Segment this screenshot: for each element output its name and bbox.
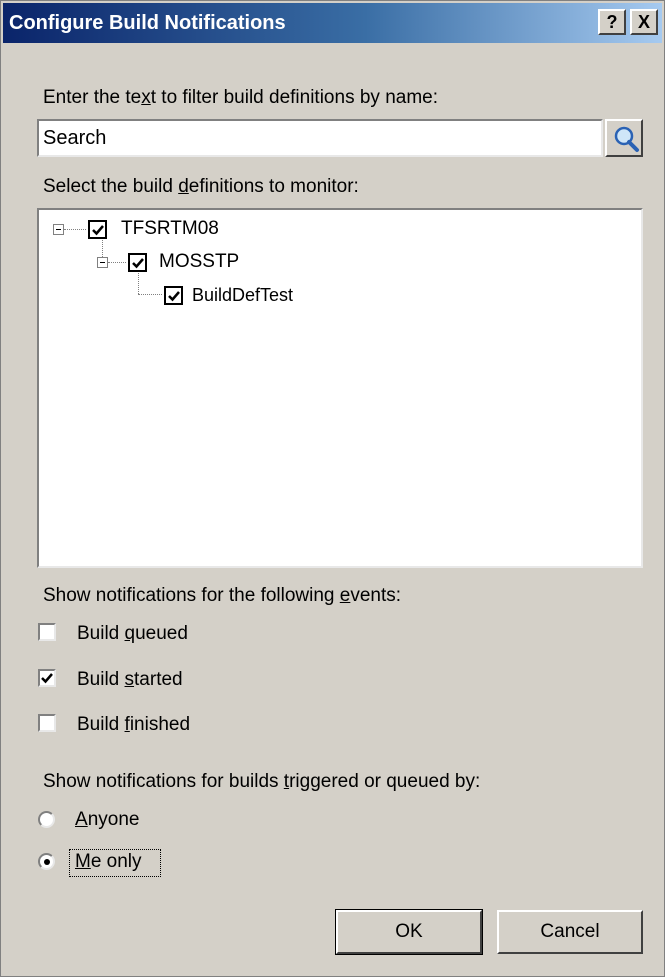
- tree-checkbox-leaf[interactable]: [164, 286, 183, 305]
- tree-connector: [108, 262, 126, 263]
- triggered-by-label: Show notifications for builds triggered …: [43, 771, 480, 793]
- build-queued-mnemonic: q: [124, 623, 136, 644]
- me-only-radio[interactable]: [38, 853, 55, 870]
- tree-item-label-leaf[interactable]: BuildDefTest: [192, 285, 293, 306]
- check-mark-icon: [132, 258, 144, 269]
- definitions-label-mnemonic: d: [178, 176, 189, 197]
- close-button[interactable]: X: [630, 9, 658, 35]
- build-finished-text-2: inished: [129, 714, 191, 735]
- definitions-label-text-2: efinitions to monitor:: [188, 176, 359, 197]
- events-label-mnemonic: e: [339, 585, 351, 606]
- build-started-label[interactable]: Build started: [77, 669, 183, 691]
- tree-item-label-root[interactable]: TFSRTM08: [121, 218, 219, 240]
- build-finished-text-1: Build: [77, 714, 125, 735]
- radio-selected-dot: [43, 858, 50, 865]
- tree-connector: [138, 271, 139, 294]
- filter-label-text-1: Enter the te: [43, 87, 142, 108]
- events-label: Show notifications for the following eve…: [43, 585, 401, 607]
- definitions-label-text-1: Select the build: [43, 176, 179, 197]
- search-icon: [614, 126, 639, 152]
- triggered-by-text-1: Show notifications for builds: [43, 771, 284, 792]
- build-queued-text-1: Build: [77, 623, 125, 644]
- search-input[interactable]: [37, 119, 603, 157]
- ok-button[interactable]: OK: [335, 909, 483, 955]
- filter-label-text-2: t to filter build definitions by name:: [150, 87, 438, 108]
- tree-checkbox-child[interactable]: [128, 253, 147, 272]
- anyone-text: nyone: [87, 809, 140, 830]
- build-finished-label[interactable]: Build finished: [77, 714, 190, 736]
- search-button[interactable]: [605, 119, 643, 157]
- tree-checkbox-root[interactable]: [88, 220, 107, 239]
- build-started-text-2: tarted: [134, 669, 183, 690]
- tree-collapse-toggle-child[interactable]: [97, 257, 108, 268]
- check-mark-icon: [168, 291, 180, 302]
- filter-label: Enter the text to filter build definitio…: [43, 87, 438, 109]
- build-queued-checkbox[interactable]: [38, 623, 56, 641]
- events-label-text-1: Show notifications for the following: [43, 585, 340, 606]
- anyone-label[interactable]: Anyone: [75, 809, 139, 831]
- build-started-mnemonic: s: [124, 669, 135, 690]
- me-only-mnemonic: M: [75, 851, 91, 872]
- build-definitions-tree[interactable]: TFSRTM08 MOSSTP BuildDefTest: [37, 208, 643, 568]
- build-started-checkbox[interactable]: [38, 669, 56, 687]
- build-finished-checkbox[interactable]: [38, 714, 56, 732]
- me-only-text: e only: [90, 851, 142, 872]
- anyone-radio[interactable]: [38, 811, 55, 828]
- me-only-label[interactable]: Me only: [75, 851, 142, 873]
- build-queued-label[interactable]: Build queued: [77, 623, 188, 645]
- tree-collapse-toggle-root[interactable]: [53, 224, 64, 235]
- triggered-by-text-2: riggered or queued by:: [289, 771, 481, 792]
- tree-connector: [64, 229, 86, 230]
- events-label-text-2: vents:: [350, 585, 402, 606]
- definitions-label: Select the build definitions to monitor:: [43, 176, 359, 198]
- anyone-mnemonic: A: [75, 809, 88, 830]
- check-mark-icon: [41, 673, 53, 684]
- filter-label-mnemonic: x: [141, 87, 151, 108]
- tree-connector: [138, 294, 162, 295]
- title-bar[interactable]: Configure Build Notifications ? X: [3, 3, 662, 43]
- configure-build-notifications-dialog: Configure Build Notifications ? X Enter …: [0, 0, 665, 977]
- cancel-button[interactable]: Cancel: [497, 910, 643, 954]
- check-mark-icon: [92, 225, 104, 236]
- build-queued-text-2: ueued: [135, 623, 188, 644]
- window-title: Configure Build Notifications: [9, 12, 286, 34]
- build-started-text-1: Build: [77, 669, 125, 690]
- help-button[interactable]: ?: [598, 9, 626, 35]
- tree-item-label-child[interactable]: MOSSTP: [159, 251, 239, 273]
